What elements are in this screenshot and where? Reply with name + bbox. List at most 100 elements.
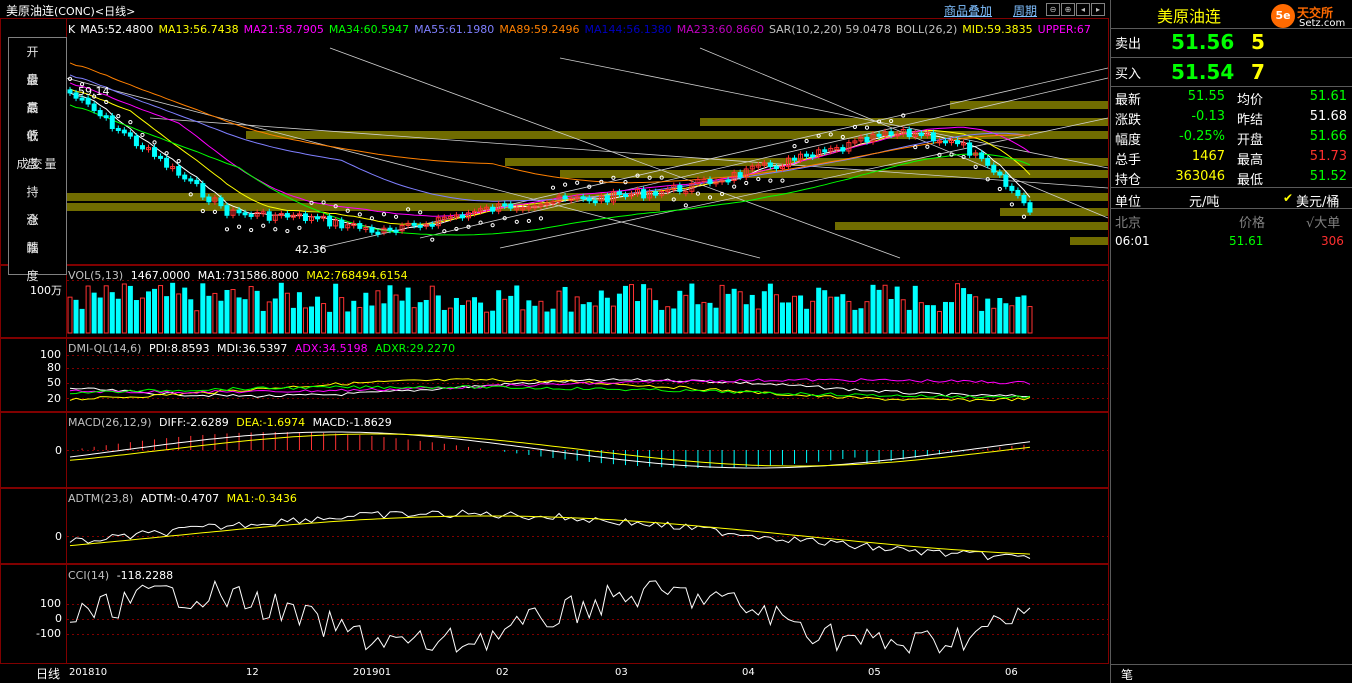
volume-bar	[973, 296, 979, 334]
cci-tick-0: 0	[55, 612, 62, 625]
volume-bar	[955, 283, 961, 334]
volume-bar	[170, 282, 176, 334]
volume-bar	[423, 299, 429, 334]
candle-body	[616, 191, 622, 196]
dmi-header: DMI-QL(14,6) PDI:8.8593 MDI:36.5397 ADX:…	[68, 342, 456, 355]
period-label[interactable]: 日线	[36, 665, 60, 682]
sar-dot	[236, 224, 242, 229]
sar-dot	[490, 223, 495, 228]
window-controls[interactable]: ⊖ ⊕ ◂ ▸	[1046, 3, 1106, 16]
candle-body	[622, 194, 628, 198]
vol-header: VOL(5,13) 1467.0000 MA1:731586.8000 MA2:…	[68, 269, 408, 282]
tab-trades[interactable]: 笔	[1121, 666, 1133, 683]
contract-title: 美原油连(CONC)<日线>	[6, 4, 136, 18]
right-arrow-icon[interactable]: ▸	[1091, 3, 1105, 16]
candle-body	[127, 132, 133, 137]
volume-bar	[779, 302, 785, 334]
legend-volume: 成交量	[16, 157, 59, 171]
volume-bar	[399, 300, 405, 334]
candle-body	[188, 178, 194, 182]
volume-bar	[737, 291, 743, 334]
volume-bar	[351, 300, 357, 334]
prev-icon[interactable]: ⊖	[1046, 3, 1060, 16]
chart-area[interactable]: K MA5:52.4800 MA13:56.7438 MA21:58.7905 MA34…	[0, 18, 1110, 665]
tick-header-bigorder[interactable]: √大单	[1306, 212, 1340, 231]
sar-dot	[913, 144, 918, 150]
sar-dot	[575, 180, 580, 185]
volume-profile-bar-6	[66, 203, 660, 211]
sar-dot	[442, 229, 447, 234]
candle-body	[152, 147, 158, 157]
volume-bar	[773, 294, 779, 334]
stat-label-b-4: 最低	[1237, 173, 1264, 188]
volume-bar	[496, 290, 502, 334]
volume-bar	[363, 292, 369, 334]
sar-dot	[925, 144, 930, 149]
volume-bar	[85, 285, 91, 334]
sar-dot	[732, 184, 737, 189]
candle-body	[942, 140, 948, 144]
volume-bar	[562, 286, 568, 334]
volume-bar	[653, 300, 659, 334]
volume-bar	[1015, 296, 1021, 334]
volume-bar	[550, 308, 556, 334]
sar-dot	[309, 200, 314, 205]
volume-bar	[894, 286, 900, 334]
indicator-3: MA21:58.7905	[243, 23, 324, 36]
indicator-4: MA34:60.5947	[328, 23, 410, 36]
sar-dot	[369, 216, 374, 221]
volume-bar	[284, 292, 290, 334]
candle-body	[411, 222, 417, 226]
ohlc-legend-box: 开 盘 最 高 最 低 收 盘 成交量 持 仓 涨 跌 幅 度	[8, 37, 67, 283]
volume-bar	[417, 302, 423, 334]
volume-bar	[453, 297, 459, 334]
sar-dot	[249, 227, 254, 233]
legend-close: 收 盘	[26, 129, 49, 171]
candle-body	[997, 171, 1003, 176]
legend-range: 幅 度	[26, 241, 49, 283]
sar-dot	[852, 124, 858, 130]
left-arrow-icon[interactable]: ◂	[1076, 3, 1090, 16]
legend-low: 最 低	[26, 101, 49, 143]
candle-body	[580, 196, 586, 200]
tick-header-location: 北京	[1115, 216, 1142, 231]
volume-bar	[701, 301, 707, 334]
volume-bar	[224, 289, 230, 334]
candle-body	[725, 179, 731, 183]
candle-body	[176, 166, 182, 176]
volume-bar	[858, 308, 864, 334]
volume-bar	[816, 287, 822, 334]
low-price-label: 42.36	[295, 243, 327, 256]
zoom-in-icon[interactable]: ⊕	[1061, 3, 1075, 16]
volume-bar	[194, 310, 200, 334]
volume-bar	[139, 297, 145, 334]
legend-open: 开 盘	[26, 45, 49, 87]
overlay-button[interactable]: 商品叠加	[944, 2, 992, 19]
period-button[interactable]: 周期	[1013, 2, 1037, 19]
candle-body	[955, 140, 961, 145]
candle-body	[840, 147, 846, 152]
candle-body	[387, 227, 393, 231]
volume-bar	[79, 308, 85, 334]
stat-value-a-1: -0.13	[1191, 109, 1225, 124]
volume-bar	[659, 309, 665, 334]
title-bar: 美原油连(CONC)<日线> 商品叠加 周期 ⊖ ⊕ ◂ ▸	[0, 0, 1110, 18]
candle-body	[641, 189, 647, 199]
volume-bar	[671, 308, 677, 334]
buy-volume: 7	[1251, 60, 1265, 84]
volume-profile-bar-7	[1000, 208, 1108, 216]
x-axis: 日线 201810 12 201901 02 03 04 05 06	[0, 664, 1110, 683]
volume-bar	[272, 298, 278, 334]
candle-body	[562, 195, 568, 200]
volume-bar	[1009, 305, 1015, 334]
tick-volume: 306	[1321, 234, 1344, 248]
volume-bar	[502, 298, 508, 334]
volume-bar	[767, 283, 773, 334]
x-label-12: 12	[246, 667, 259, 678]
main-indicator-header: K MA5:52.4800 MA13:56.7438 MA21:58.7905 MA34…	[68, 23, 1096, 36]
x-label-03: 03	[615, 667, 628, 678]
volume-bar	[109, 292, 115, 334]
sell-label: 卖出	[1115, 37, 1142, 52]
x-label-02: 02	[496, 667, 509, 678]
volume-bar	[942, 301, 948, 334]
